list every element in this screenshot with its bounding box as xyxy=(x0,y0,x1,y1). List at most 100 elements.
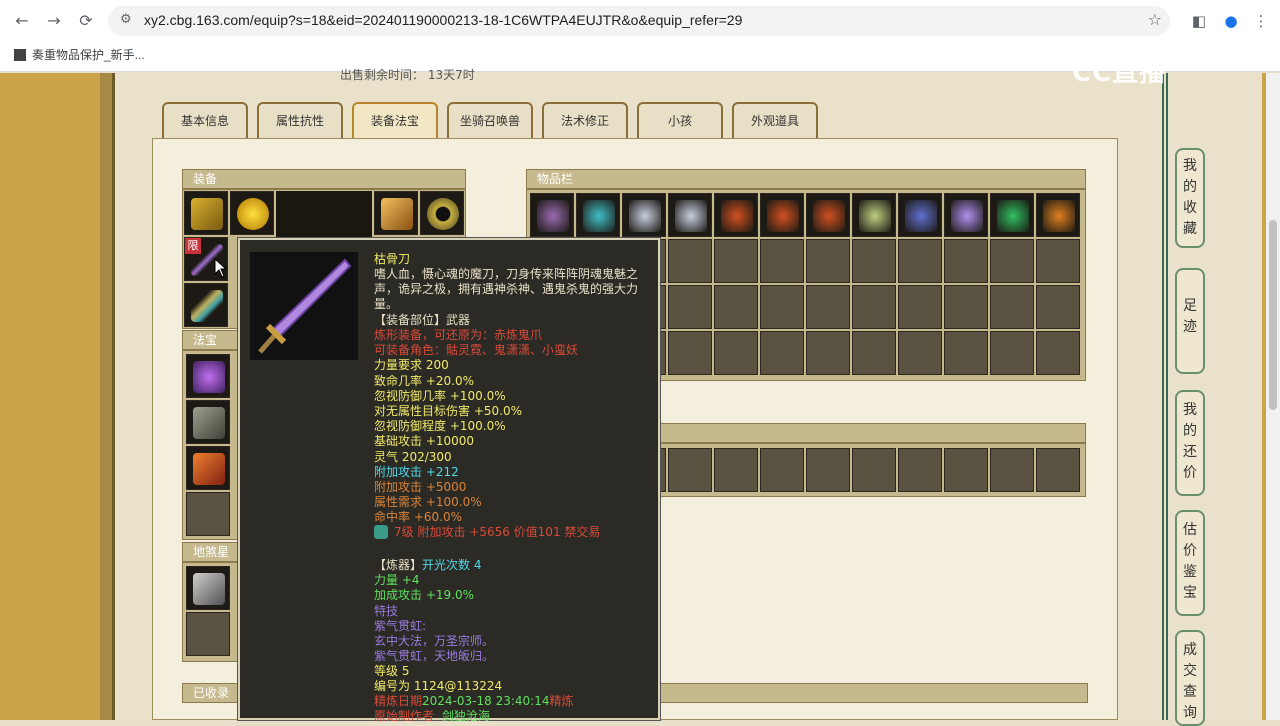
deal-query-button[interactable]: 成交查询 xyxy=(1175,630,1205,726)
dragon-armor-icon xyxy=(997,200,1029,232)
disha-slot[interactable] xyxy=(186,566,230,610)
inventory-slot-empty[interactable] xyxy=(714,331,758,375)
inventory-slot-empty[interactable] xyxy=(668,331,712,375)
tab-spell-mod[interactable]: 法术修正 xyxy=(542,102,628,138)
inventory-slot-empty[interactable] xyxy=(898,331,942,375)
my-favorites-button[interactable]: 我的收藏 xyxy=(1175,148,1205,248)
inventory-slot-empty[interactable] xyxy=(990,331,1034,375)
fabao-slot[interactable] xyxy=(186,354,230,398)
inventory-slot-empty[interactable] xyxy=(990,239,1034,283)
inventory-item-slot[interactable] xyxy=(806,193,850,237)
inventory-item-slot[interactable] xyxy=(576,193,620,237)
date-suffix: 精炼 xyxy=(549,694,574,708)
inventory-slot-empty[interactable] xyxy=(760,285,804,329)
sidebar-label: 我的还价 xyxy=(1183,402,1197,481)
equip-slot[interactable] xyxy=(374,191,418,235)
menu-icon[interactable]: ⋮ xyxy=(1248,8,1274,34)
storage-slot-empty[interactable] xyxy=(714,448,758,492)
inventory-item-slot[interactable] xyxy=(1036,193,1080,237)
tab-appearance[interactable]: 外观道具 xyxy=(732,102,818,138)
valuation-button[interactable]: 估价鉴宝 xyxy=(1175,510,1205,616)
tab-attributes[interactable]: 属性抗性 xyxy=(257,102,343,138)
inventory-slot-empty[interactable] xyxy=(852,331,896,375)
inventory-slot-empty[interactable] xyxy=(806,331,850,375)
profile-icon[interactable]: ● xyxy=(1218,8,1244,34)
cloud-icon xyxy=(629,200,661,232)
inventory-slot-empty[interactable] xyxy=(668,239,712,283)
equip-slot[interactable] xyxy=(184,283,228,327)
inventory-slot-empty[interactable] xyxy=(806,239,850,283)
tab-basic-info[interactable]: 基本信息 xyxy=(162,102,248,138)
fabao-slot[interactable] xyxy=(186,400,230,444)
armor-icon xyxy=(767,200,799,232)
tab-equipment-fabao[interactable]: 装备法宝 xyxy=(352,102,438,138)
inventory-item-slot[interactable] xyxy=(898,193,942,237)
reload-icon[interactable]: ⟳ xyxy=(74,9,98,33)
inventory-slot-empty[interactable] xyxy=(714,285,758,329)
storage-slot-empty[interactable] xyxy=(668,448,712,492)
inventory-item-slot[interactable] xyxy=(530,193,574,237)
inventory-item-slot[interactable] xyxy=(668,193,712,237)
pendant-icon xyxy=(859,200,891,232)
equip-slot[interactable] xyxy=(230,191,274,235)
inventory-item-slot[interactable] xyxy=(760,193,804,237)
page-left-border xyxy=(100,73,112,720)
storage-slot-empty[interactable] xyxy=(944,448,988,492)
equip-slot[interactable] xyxy=(184,191,228,235)
stat-line: 炼形装备，可还原为：赤炼鬼爪 xyxy=(374,328,543,342)
cape-icon xyxy=(191,198,223,230)
inventory-item-slot[interactable] xyxy=(944,193,988,237)
necklace-icon xyxy=(427,198,459,230)
inventory-slot-empty[interactable] xyxy=(852,285,896,329)
fire-gem-icon xyxy=(193,453,225,485)
tab-child[interactable]: 小孩 xyxy=(637,102,723,138)
bookmark-item[interactable]: 奏重物品保护_新手... xyxy=(14,46,145,63)
inventory-slot-empty[interactable] xyxy=(760,239,804,283)
inventory-slot-empty[interactable] xyxy=(898,285,942,329)
inventory-slot-empty[interactable] xyxy=(1036,331,1080,375)
footprint-button[interactable]: 足迹 xyxy=(1175,268,1205,374)
jade-ring-icon xyxy=(583,200,615,232)
sidebar-label: 我的收藏 xyxy=(1183,158,1197,237)
inventory-slot-empty[interactable] xyxy=(898,239,942,283)
inventory-slot-empty[interactable] xyxy=(760,331,804,375)
storage-slot-empty[interactable] xyxy=(898,448,942,492)
sidebar-label: 成交查询 xyxy=(1183,642,1197,721)
inventory-item-slot[interactable] xyxy=(622,193,666,237)
scrollbar-thumb[interactable] xyxy=(1269,220,1277,410)
inventory-slot-empty[interactable] xyxy=(990,285,1034,329)
inventory-slot-empty[interactable] xyxy=(1036,285,1080,329)
storage-slot-empty[interactable] xyxy=(1036,448,1080,492)
url-text[interactable]: xy2.cbg.163.com/equip?s=18&eid=202401190… xyxy=(144,12,742,28)
inventory-slot-empty[interactable] xyxy=(944,285,988,329)
address-bar[interactable]: ⚙ xy2.cbg.163.com/equip?s=18&eid=2024011… xyxy=(108,6,1170,36)
inventory-slot-empty[interactable] xyxy=(944,239,988,283)
fabao-slot[interactable] xyxy=(186,446,230,490)
inventory-item-slot[interactable] xyxy=(714,193,758,237)
storage-slot-empty[interactable] xyxy=(852,448,896,492)
inventory-item-slot[interactable] xyxy=(852,193,896,237)
inventory-slot-empty[interactable] xyxy=(714,239,758,283)
my-counteroffer-button[interactable]: 我的还价 xyxy=(1175,390,1205,496)
bookmark-label: 奏重物品保护_新手... xyxy=(32,48,145,62)
inventory-slot-empty[interactable] xyxy=(944,331,988,375)
equip-slot[interactable] xyxy=(420,191,464,235)
tab-mount-summon[interactable]: 坐骑召唤兽 xyxy=(447,102,533,138)
inventory-slot-empty[interactable] xyxy=(668,285,712,329)
inventory-slot-empty[interactable] xyxy=(806,285,850,329)
inventory-item-slot[interactable] xyxy=(990,193,1034,237)
inventory-slot-empty[interactable] xyxy=(1036,239,1080,283)
storage-slot-empty[interactable] xyxy=(760,448,804,492)
inventory-slot-empty[interactable] xyxy=(852,239,896,283)
forward-icon[interactable]: → xyxy=(42,9,66,33)
back-icon[interactable]: ← xyxy=(10,9,34,33)
storage-slot-empty[interactable] xyxy=(806,448,850,492)
site-info-icon[interactable]: ⚙ xyxy=(120,12,132,27)
sidepanel-icon[interactable]: ◧ xyxy=(1186,8,1212,34)
disha-slot-empty[interactable] xyxy=(186,612,230,656)
skill-line: 紫气贯虹，天地皈归。 xyxy=(374,649,495,663)
bookmark-star-icon[interactable]: ☆ xyxy=(1148,10,1162,29)
item-image xyxy=(250,252,358,360)
fabao-slot-empty[interactable] xyxy=(186,492,230,536)
storage-slot-empty[interactable] xyxy=(990,448,1034,492)
